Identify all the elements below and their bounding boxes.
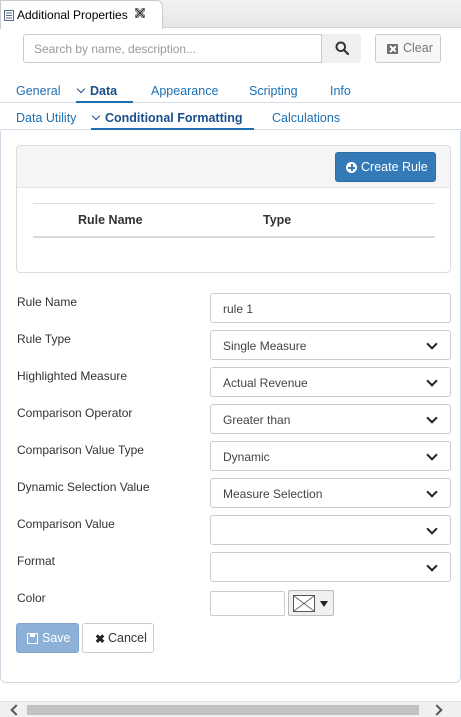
- floppy-disk-icon: [27, 633, 38, 644]
- comparison-operator-value: Greater than: [223, 413, 291, 427]
- rules-table-header: Rule Name Type: [33, 203, 435, 238]
- dynamic-selection-value-label: Dynamic Selection Value: [17, 480, 150, 494]
- comparison-value-type-select[interactable]: Dynamic: [210, 441, 451, 471]
- chevron-down-icon: [426, 523, 438, 535]
- view-tab-bar: Additional Properties: [0, 0, 461, 29]
- clear-icon: [387, 44, 398, 54]
- rule-name-value: rule 1: [223, 302, 254, 316]
- tab-conditional-formatting-label: Conditional Formatting: [105, 111, 243, 125]
- horizontal-scrollbar[interactable]: [0, 701, 461, 717]
- rule-name-field[interactable]: rule 1: [210, 293, 451, 323]
- save-label: Save: [42, 631, 71, 645]
- tab-conditional-formatting[interactable]: Conditional Formatting: [91, 111, 243, 125]
- highlighted-measure-select[interactable]: Actual Revenue: [210, 367, 451, 397]
- scroll-right-icon[interactable]: [431, 704, 443, 716]
- dynamic-selection-value-select[interactable]: Measure Selection: [210, 478, 451, 508]
- color-label: Color: [17, 591, 46, 605]
- column-type: Type: [263, 213, 292, 227]
- primary-tabs: General Data Appearance Scripting Info: [0, 82, 461, 103]
- tab-data-label: Data: [90, 84, 118, 98]
- tab-info[interactable]: Info: [330, 84, 351, 98]
- comparison-value-select[interactable]: [210, 515, 451, 545]
- view-tab-additional-properties[interactable]: Additional Properties: [0, 0, 163, 29]
- chevron-down-icon: [426, 449, 438, 461]
- secondary-tabs: Data Utility Conditional Formatting Calc…: [0, 109, 461, 130]
- highlighted-measure-label: Highlighted Measure: [17, 369, 128, 383]
- plus-circle-icon: [346, 162, 357, 173]
- clear-button[interactable]: Clear: [375, 34, 441, 63]
- chevron-down-icon: [426, 486, 438, 498]
- caret-down-icon: [320, 601, 328, 607]
- search-button[interactable]: [321, 34, 361, 63]
- tab-conditional-formatting-indicator: [91, 128, 254, 130]
- tab-calculations[interactable]: Calculations: [272, 111, 340, 125]
- dynamic-selection-value-value: Measure Selection: [223, 487, 323, 501]
- comparison-operator-select[interactable]: Greater than: [210, 404, 451, 434]
- column-rule-name: Rule Name: [78, 213, 143, 227]
- scrollbar-thumb[interactable]: [27, 705, 419, 715]
- tab-appearance[interactable]: Appearance: [151, 84, 218, 98]
- color-input[interactable]: [210, 591, 285, 616]
- rule-type-label: Rule Type: [17, 332, 71, 346]
- properties-icon: [4, 10, 14, 21]
- search-icon: [335, 41, 349, 55]
- tab-data-utility[interactable]: Data Utility: [16, 111, 76, 125]
- comparison-value-type-value: Dynamic: [223, 450, 270, 464]
- tab-scripting[interactable]: Scripting: [249, 84, 298, 98]
- comparison-value-label: Comparison Value: [17, 517, 115, 531]
- clear-label: Clear: [403, 41, 433, 55]
- comparison-value-type-label: Comparison Value Type: [17, 443, 144, 457]
- cancel-button[interactable]: ✖ Cancel: [82, 623, 154, 653]
- create-rule-label: Create Rule: [361, 160, 428, 174]
- chevron-down-icon: [426, 338, 438, 350]
- rule-name-label: Rule Name: [17, 295, 78, 309]
- create-rule-button[interactable]: Create Rule: [335, 152, 436, 182]
- rules-toolbar: Create Rule: [17, 146, 450, 188]
- search-box: [23, 34, 361, 63]
- view-title: Additional Properties: [17, 8, 128, 22]
- chevron-down-icon: [76, 84, 86, 94]
- rule-type-select[interactable]: Single Measure: [210, 330, 451, 360]
- chevron-down-icon: [426, 560, 438, 572]
- no-color-swatch-icon: [293, 595, 315, 612]
- highlighted-measure-value: Actual Revenue: [223, 376, 308, 390]
- chevron-down-icon: [426, 375, 438, 387]
- search-input[interactable]: [24, 35, 321, 62]
- chevron-down-icon: [91, 111, 101, 121]
- comparison-operator-label: Comparison Operator: [17, 406, 133, 420]
- close-icon: ✖: [95, 632, 106, 646]
- chevron-down-icon: [426, 412, 438, 424]
- scroll-left-icon[interactable]: [10, 704, 22, 716]
- format-label: Format: [17, 554, 56, 568]
- cancel-label: Cancel: [108, 631, 147, 645]
- tab-data-indicator: [76, 101, 133, 103]
- format-select[interactable]: [210, 552, 451, 582]
- color-picker-button[interactable]: [288, 590, 334, 616]
- tab-general[interactable]: General: [16, 84, 60, 98]
- close-icon[interactable]: [134, 7, 146, 19]
- save-button[interactable]: Save: [16, 623, 79, 653]
- tab-data[interactable]: Data: [76, 84, 118, 98]
- rules-list: Create Rule Rule Name Type: [16, 145, 451, 273]
- rule-type-value: Single Measure: [223, 339, 307, 353]
